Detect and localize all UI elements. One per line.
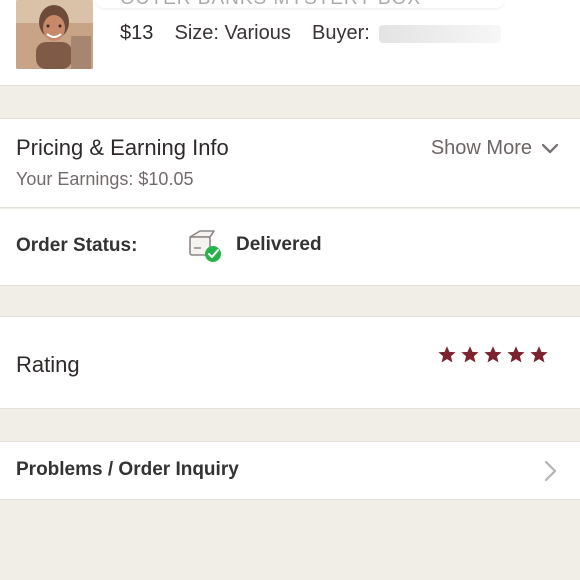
order-status-label: Order Status: [16,235,138,256]
show-more-label: Show More [430,137,532,159]
rating-stars [437,345,549,365]
top-overlay [96,0,504,8]
problems-order-inquiry-label: Problems / Order Inquiry [16,459,239,480]
rating-label: Rating [16,352,80,377]
star-icon [484,346,502,363]
product-meta: $13 Size: Various Buyer: [120,22,502,45]
order-status-card: Order Status: Delivered [0,209,580,286]
chevron-right-icon [544,460,557,482]
order-summary-card[interactable]: OUTER BANKS MYSTERY BOX $13 Size: Variou… [0,0,580,86]
rating-card[interactable]: Rating [0,316,580,409]
buyer-label: Buyer: [311,22,370,44]
product-price: $13 [120,22,154,44]
star-icon [507,346,525,363]
product-size: Size: Various [174,22,291,44]
delivered-package-icon [187,227,223,263]
earnings-text: Your Earnings: $10.05 [16,169,194,189]
show-more-button[interactable]: Show More [430,137,559,160]
problems-order-inquiry-row[interactable]: Problems / Order Inquiry [0,441,580,500]
pricing-earning-card: Pricing & Earning Info Your Earnings: $1… [0,118,580,208]
product-image[interactable] [16,0,93,69]
star-icon [530,346,548,363]
buyer-name-redacted [379,24,502,43]
pricing-title: Pricing & Earning Info [16,135,229,160]
order-status-value: Delivered [236,234,322,255]
star-icon [438,346,456,363]
chevron-down-icon [541,137,559,160]
star-icon [461,346,479,363]
